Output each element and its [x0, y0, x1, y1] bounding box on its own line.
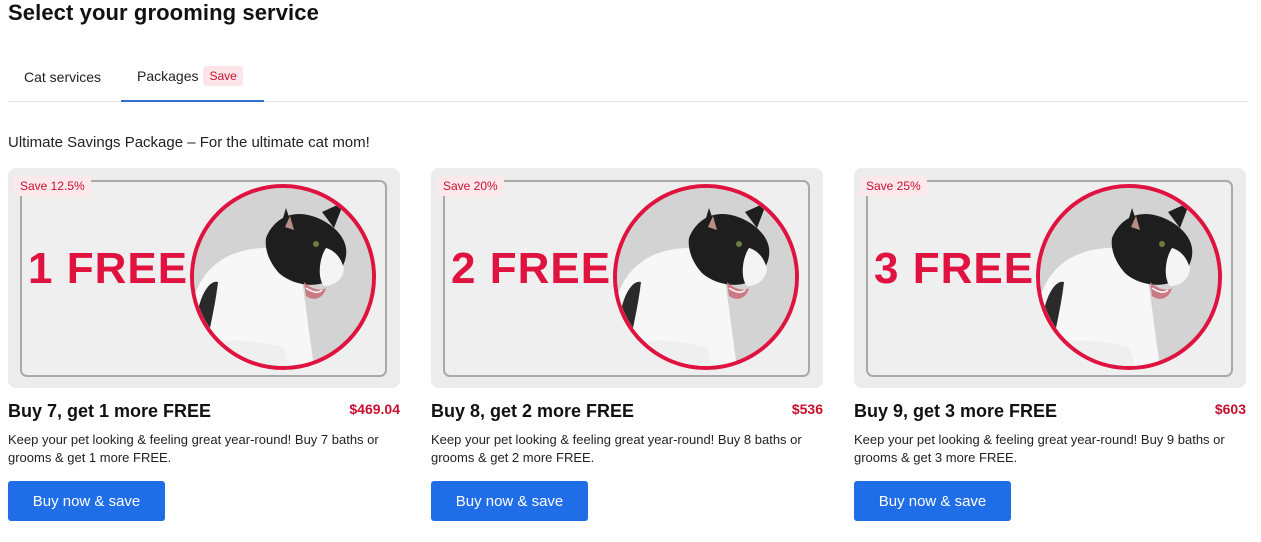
card-title-row: Buy 9, get 3 more FREE $603 [854, 401, 1246, 427]
free-banner-text: 1 FREE [28, 244, 189, 293]
package-card: Save 25% 3 FREE Buy 9, get 3 more FREE $… [854, 168, 1246, 521]
discount-badge: Save 12.5% [14, 176, 91, 196]
cat-photo-icon [613, 184, 799, 370]
package-title: Buy 7, get 1 more FREE [8, 401, 212, 421]
cat-illustration [194, 188, 372, 366]
package-description: Keep your pet looking & feeling great ye… [8, 432, 379, 465]
package-image[interactable]: Save 12.5% 1 FREE [8, 168, 400, 388]
tab-label: Cat services [24, 68, 102, 85]
free-banner-text: 3 FREE [874, 244, 1035, 293]
cat-photo-icon [190, 184, 376, 370]
tab-cat-services[interactable]: Cat services [24, 52, 101, 101]
discount-badge: Save 20% [437, 176, 504, 196]
discount-badge: Save 25% [860, 176, 927, 196]
package-price: $536 [791, 401, 823, 417]
package-title: Buy 8, get 2 more FREE [431, 401, 635, 421]
package-price: $469.04 [349, 401, 400, 417]
package-card: Save 12.5% 1 FREE Buy 7, get 1 more FREE… [8, 168, 400, 521]
package-image[interactable]: Save 20% 2 FREE [431, 168, 823, 388]
cat-illustration [1040, 188, 1218, 366]
tab-label: Packages [137, 68, 199, 84]
cat-photo-icon [1036, 184, 1222, 370]
tab-packages[interactable]: Packages Save [121, 52, 264, 102]
package-title: Buy 9, get 3 more FREE [854, 401, 1058, 421]
cat-illustration [617, 188, 795, 366]
package-price: $603 [1214, 401, 1246, 417]
buy-now-button[interactable]: Buy now & save [8, 481, 165, 521]
card-title-row: Buy 8, get 2 more FREE $536 [431, 401, 823, 427]
package-description: Keep your pet looking & feeling great ye… [431, 432, 802, 465]
package-description: Keep your pet looking & feeling great ye… [854, 432, 1225, 465]
save-badge: Save [203, 66, 243, 86]
service-tabs: Cat services Packages Save [8, 52, 1248, 102]
package-card: Save 20% 2 FREE Buy 8, get 2 more FREE $… [431, 168, 823, 521]
buy-now-button[interactable]: Buy now & save [854, 481, 1011, 521]
card-title-row: Buy 7, get 1 more FREE $469.04 [8, 401, 400, 427]
free-banner-text: 2 FREE [451, 244, 612, 293]
package-subtitle: Ultimate Savings Package – For the ultim… [8, 134, 370, 151]
page-title: Select your grooming service [8, 0, 319, 25]
buy-now-button[interactable]: Buy now & save [431, 481, 588, 521]
package-image[interactable]: Save 25% 3 FREE [854, 168, 1246, 388]
